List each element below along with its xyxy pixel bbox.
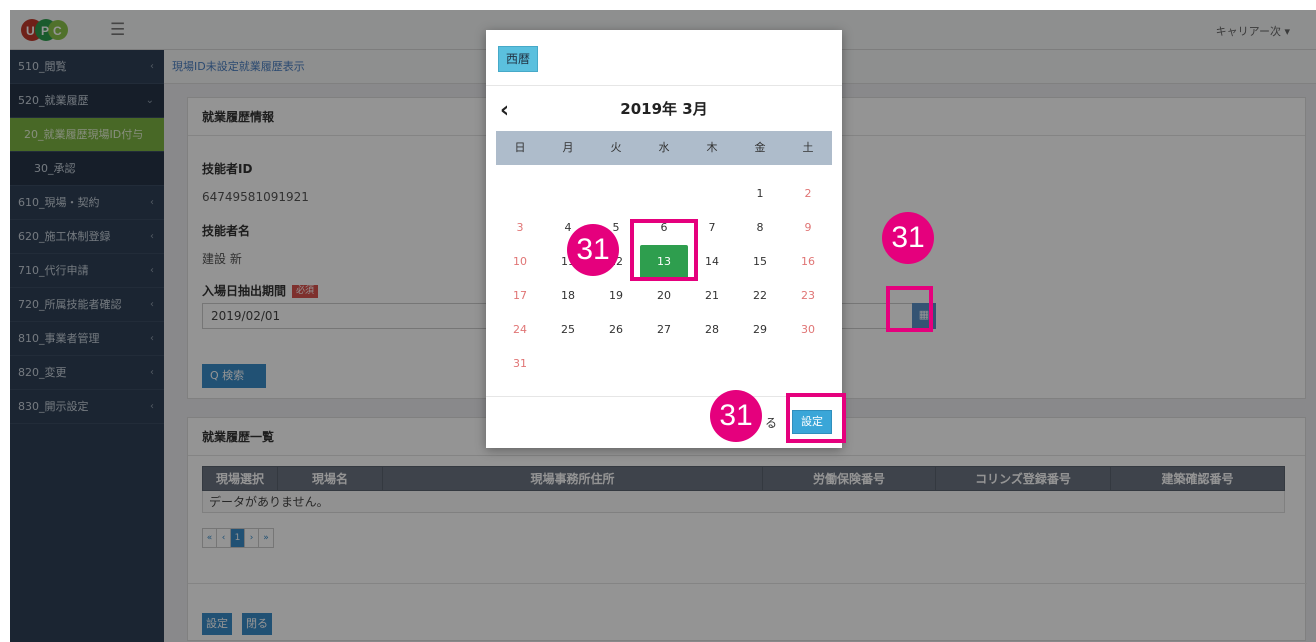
day-cell[interactable]: 31 — [496, 347, 544, 381]
weekday-header: 日 月 火 水 木 金 土 — [496, 131, 832, 165]
day-cell[interactable]: 10 — [496, 245, 544, 279]
era-toggle-button[interactable]: 西暦 — [498, 46, 538, 72]
chevron-left-icon[interactable]: ‹ — [500, 98, 509, 123]
day-cell[interactable]: 28 — [688, 313, 736, 347]
day-cell[interactable]: 9 — [784, 211, 832, 245]
day-cell[interactable]: 8 — [736, 211, 784, 245]
highlight-box — [786, 393, 846, 443]
weekday-label: 火 — [610, 141, 622, 154]
step-badge: 31 — [882, 212, 934, 264]
day-cell[interactable]: 1 — [736, 177, 784, 211]
day-cell[interactable]: 24 — [496, 313, 544, 347]
weekday-label: 木 — [706, 141, 718, 154]
day-cell[interactable]: 20 — [640, 279, 688, 313]
day-cell[interactable]: 27 — [640, 313, 688, 347]
divider — [486, 85, 842, 86]
day-cell[interactable]: 18 — [544, 279, 592, 313]
day-cell[interactable]: 29 — [736, 313, 784, 347]
day-cell[interactable]: 23 — [784, 279, 832, 313]
weekday-label: 日 — [514, 141, 526, 154]
day-cell[interactable]: 15 — [736, 245, 784, 279]
day-cell[interactable]: 21 — [688, 279, 736, 313]
highlight-box — [886, 286, 933, 332]
weekday-label: 月 — [562, 141, 574, 154]
day-cell[interactable]: 26 — [592, 313, 640, 347]
day-cell[interactable]: 2 — [784, 177, 832, 211]
day-cell[interactable]: 25 — [544, 313, 592, 347]
step-badge: 31 — [567, 224, 619, 276]
highlight-box — [630, 219, 698, 281]
weekday-label: 水 — [658, 141, 670, 154]
day-cell[interactable]: 30 — [784, 313, 832, 347]
weekday-label: 土 — [802, 141, 814, 154]
day-cell[interactable]: 16 — [784, 245, 832, 279]
close-text[interactable]: る — [765, 414, 777, 431]
day-cell[interactable]: 22 — [736, 279, 784, 313]
month-title: 2019年 3月 — [620, 100, 708, 118]
day-cell[interactable]: 3 — [496, 211, 544, 245]
day-cell[interactable]: 17 — [496, 279, 544, 313]
app-frame: U P C ☰ キャリアー次 ▾ 510_閲覧 ‹ 520_就業履歴 ⌄ 20_就業… — [10, 10, 1316, 642]
step-badge: 31 — [710, 390, 762, 442]
weekday-label: 金 — [754, 141, 766, 154]
day-cell[interactable]: 19 — [592, 279, 640, 313]
